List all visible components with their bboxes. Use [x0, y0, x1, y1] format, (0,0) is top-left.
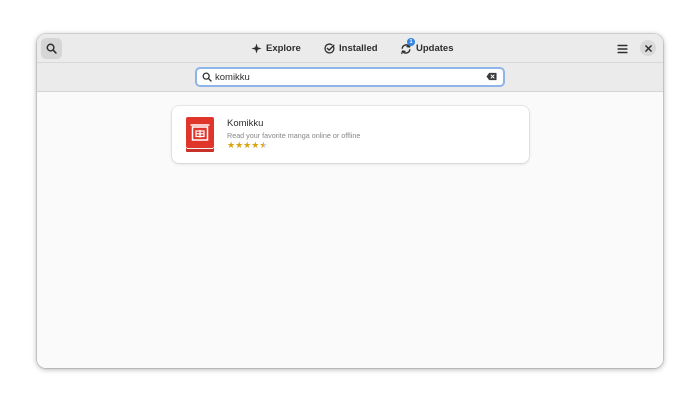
star-half-icon: ★ [259, 140, 268, 150]
list-item[interactable]: Komikku Read your favorite manga online … [172, 106, 529, 163]
close-window-button[interactable] [640, 40, 656, 56]
search-entry[interactable] [195, 67, 505, 87]
installed-check-icon [323, 43, 335, 55]
app-summary: Read your favorite manga online or offli… [227, 131, 361, 140]
explore-icon [250, 43, 262, 55]
software-window: Explore Installed 1 Updates komikku Komi… [37, 34, 663, 368]
search-entry-icon [202, 72, 212, 82]
search-input[interactable] [215, 70, 475, 84]
updates-count-badge: 1 [407, 37, 415, 46]
main-menu-button[interactable] [614, 40, 631, 57]
clear-search-icon[interactable] [486, 72, 497, 81]
tab-installed[interactable]: Installed [323, 39, 378, 58]
star-icon: ★ [235, 140, 244, 150]
komikku-app-icon [186, 117, 214, 152]
star-icon: ★ [243, 140, 252, 150]
updates-icon: 1 [400, 37, 415, 55]
close-icon [644, 44, 652, 52]
view-switcher: Explore Installed 1 Updates [37, 34, 663, 63]
hamburger-menu-icon [617, 44, 628, 54]
star-rating: ★ ★ ★ ★ ★ [227, 140, 267, 150]
star-icon: ★ [251, 140, 260, 150]
header-bar: Explore Installed 1 Updates [37, 34, 663, 63]
app-name: Komikku [227, 118, 264, 129]
tab-updates-label: Updates [416, 43, 454, 54]
tab-explore[interactable]: Explore [250, 39, 301, 58]
tab-updates[interactable]: 1 Updates [400, 37, 454, 58]
tab-explore-label: Explore [266, 43, 301, 54]
tab-installed-label: Installed [339, 43, 378, 54]
search-results: Komikku Read your favorite manga online … [37, 93, 663, 368]
search-bar [37, 63, 663, 92]
star-icon: ★ [227, 140, 236, 150]
